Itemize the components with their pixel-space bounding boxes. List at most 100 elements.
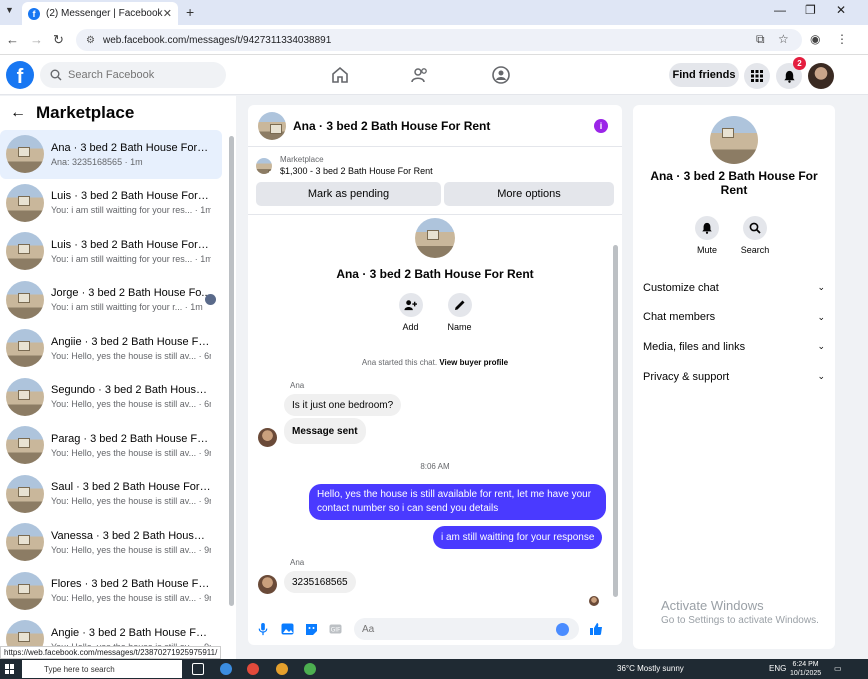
conversation-list-scrollbar[interactable] — [229, 136, 234, 606]
menu-dots-icon[interactable]: ⋮ — [836, 32, 848, 46]
privacy-support-item[interactable]: Privacy & support ⌄ — [643, 362, 825, 392]
account-avatar[interactable] — [808, 63, 834, 89]
forward-icon[interactable]: → — [30, 32, 43, 47]
install-app-icon[interactable]: ⧉ — [756, 32, 765, 47]
microphone-icon[interactable] — [256, 622, 270, 636]
avatar[interactable] — [710, 116, 758, 164]
add-person-icon — [404, 299, 417, 310]
left-panel-header: ← Marketplace — [0, 96, 236, 130]
url-bar[interactable]: ⚙ web.facebook.com/messages/t/9427311334… — [76, 29, 802, 51]
notification-center-icon[interactable]: ▭ — [834, 664, 842, 673]
conversation-name: Flores · 3 bed 2 Bath House For ... — [51, 578, 211, 591]
sticker-icon[interactable] — [304, 622, 318, 636]
outgoing-message[interactable]: i am still waitting for your response — [433, 526, 603, 549]
incoming-message[interactable]: Is it just one bedroom? — [284, 394, 402, 416]
chrome-icon[interactable] — [247, 663, 259, 675]
info-menu: Customize chat ⌄ Chat members ⌄ Media, fil… — [643, 273, 825, 391]
message-timestamp: 8:06 AM — [420, 462, 450, 471]
incoming-message[interactable]: Message sent — [284, 418, 366, 444]
add-button[interactable]: Add — [397, 293, 424, 332]
sender-avatar[interactable] — [258, 428, 277, 447]
conversation-item[interactable]: Luis · 3 bed 2 Bath House For Re... You: … — [0, 227, 222, 276]
task-view-icon[interactable] — [192, 663, 204, 675]
home-icon[interactable] — [330, 65, 350, 85]
conversation-item[interactable]: Segundo · 3 bed 2 Bath House F... You: He… — [0, 373, 222, 422]
menu-grid-button[interactable] — [744, 63, 770, 89]
emoji-icon[interactable] — [556, 622, 569, 636]
app-icon[interactable] — [220, 663, 232, 675]
browser-tab-bar: ▼ f (2) Messenger | Facebook ✕ + — ❐ ✕ — [0, 0, 868, 25]
pencil-icon — [454, 300, 464, 310]
system-clock[interactable]: 6:24 PM 10/1/2025 — [790, 660, 821, 678]
tab-search-icon[interactable]: ▼ — [5, 5, 14, 15]
facebook-logo-icon[interactable]: f — [6, 61, 34, 89]
listing-title[interactable]: $1,300 - 3 bed 2 Bath House For Rent — [280, 166, 433, 176]
friends-icon[interactable] — [410, 65, 430, 85]
message-input-box[interactable] — [354, 618, 579, 640]
conversation-preview: You: Hello, yes the house is still av...… — [51, 593, 211, 604]
chat-scrollbar[interactable] — [613, 245, 618, 597]
gif-icon[interactable]: GIF — [328, 622, 342, 636]
language-indicator[interactable]: ENG — [769, 664, 786, 673]
conversation-name: Angie · 3 bed 2 Bath House For ... — [51, 626, 211, 639]
conversation-item[interactable]: Luis · 3 bed 2 Bath House For Re... You: … — [0, 179, 222, 228]
chat-title[interactable]: Ana · 3 bed 2 Bath House For Rent — [293, 119, 594, 133]
message-input[interactable] — [362, 623, 552, 635]
mark-as-pending-button[interactable]: Mark as pending — [256, 182, 441, 206]
taskbar-search[interactable]: Type here to search — [22, 660, 182, 678]
back-icon[interactable]: ← — [6, 32, 19, 47]
conversation-item[interactable]: Parag · 3 bed 2 Bath House For ... You: H… — [0, 421, 222, 470]
conversation-item[interactable]: Jorge · 3 bed 2 Bath House Fo... You: i a… — [0, 276, 222, 325]
site-settings-icon[interactable]: ⚙ — [86, 35, 95, 46]
thumbs-up-icon[interactable] — [589, 622, 603, 636]
close-window-icon[interactable]: ✕ — [836, 3, 846, 17]
conversation-item[interactable]: Flores · 3 bed 2 Bath House For ... You: … — [0, 567, 222, 616]
conversation-item[interactable]: Ana · 3 bed 2 Bath House For Re... Ana: 3… — [0, 130, 222, 179]
chrome-icon[interactable] — [304, 663, 316, 675]
conversation-name: Angiie · 3 bed 2 Bath House For ... — [51, 335, 211, 348]
customize-chat-item[interactable]: Customize chat ⌄ — [643, 273, 825, 303]
mute-button[interactable]: Mute — [693, 216, 721, 255]
conversation-preview: You: Hello, yes the house is still av...… — [51, 399, 211, 410]
left-panel-title: Marketplace — [36, 103, 135, 122]
find-friends-button[interactable]: Find friends — [669, 63, 739, 87]
profile-icon[interactable]: ◉ — [810, 32, 820, 46]
search-icon — [50, 69, 62, 81]
minimize-icon[interactable]: — — [774, 3, 786, 17]
chevron-down-icon: ⌄ — [817, 311, 825, 322]
windows-start-icon[interactable] — [5, 664, 15, 674]
read-receipt-avatar — [589, 596, 599, 606]
conversation-item[interactable]: Angiie · 3 bed 2 Bath House For ... You: … — [0, 324, 222, 373]
search-box[interactable] — [40, 62, 226, 88]
conversation-item[interactable]: Vanessa · 3 bed 2 Bath House Fo... You: H… — [0, 518, 222, 567]
info-icon[interactable]: i — [594, 118, 608, 133]
media-files-links-item[interactable]: Media, files and links ⌄ — [643, 332, 825, 362]
more-options-button[interactable]: More options — [444, 182, 614, 206]
chat-info-panel: Ana · 3 bed 2 Bath House For Rent Mute S… — [633, 105, 835, 649]
sender-avatar[interactable] — [258, 575, 277, 594]
chat-members-item[interactable]: Chat members ⌄ — [643, 303, 825, 333]
back-arrow-icon[interactable]: ← — [10, 104, 26, 122]
avatar — [6, 426, 44, 465]
conversation-item[interactable]: Saul · 3 bed 2 Bath House For R... You: H… — [0, 470, 222, 519]
groups-icon[interactable] — [491, 65, 511, 85]
restore-icon[interactable]: ❐ — [805, 3, 816, 17]
browser-tab[interactable]: f (2) Messenger | Facebook ✕ — [22, 2, 178, 25]
reload-icon[interactable]: ↻ — [53, 32, 64, 48]
avatar[interactable] — [258, 111, 286, 140]
close-tab-icon[interactable]: ✕ — [163, 7, 172, 20]
new-tab-icon[interactable]: + — [186, 4, 194, 20]
listing-thumbnail[interactable] — [256, 157, 272, 174]
chat-intro-title: Ana · 3 bed 2 Bath House For Rent — [336, 267, 534, 281]
search-input[interactable] — [68, 69, 218, 81]
outgoing-message[interactable]: Hello, yes the house is still available … — [309, 484, 606, 520]
incoming-message[interactable]: 3235168565 — [284, 571, 356, 593]
chrome-icon[interactable] — [276, 663, 288, 675]
bookmark-star-icon[interactable]: ☆ — [778, 32, 789, 46]
weather-widget[interactable]: 36°C Mostly sunny — [617, 664, 684, 673]
facebook-header: f Find friends — [0, 55, 868, 95]
search-in-chat-button[interactable]: Search — [741, 216, 769, 255]
name-button[interactable]: Name — [446, 293, 473, 332]
view-buyer-profile-link[interactable]: View buyer profile — [439, 358, 508, 367]
photo-icon[interactable] — [280, 622, 294, 636]
